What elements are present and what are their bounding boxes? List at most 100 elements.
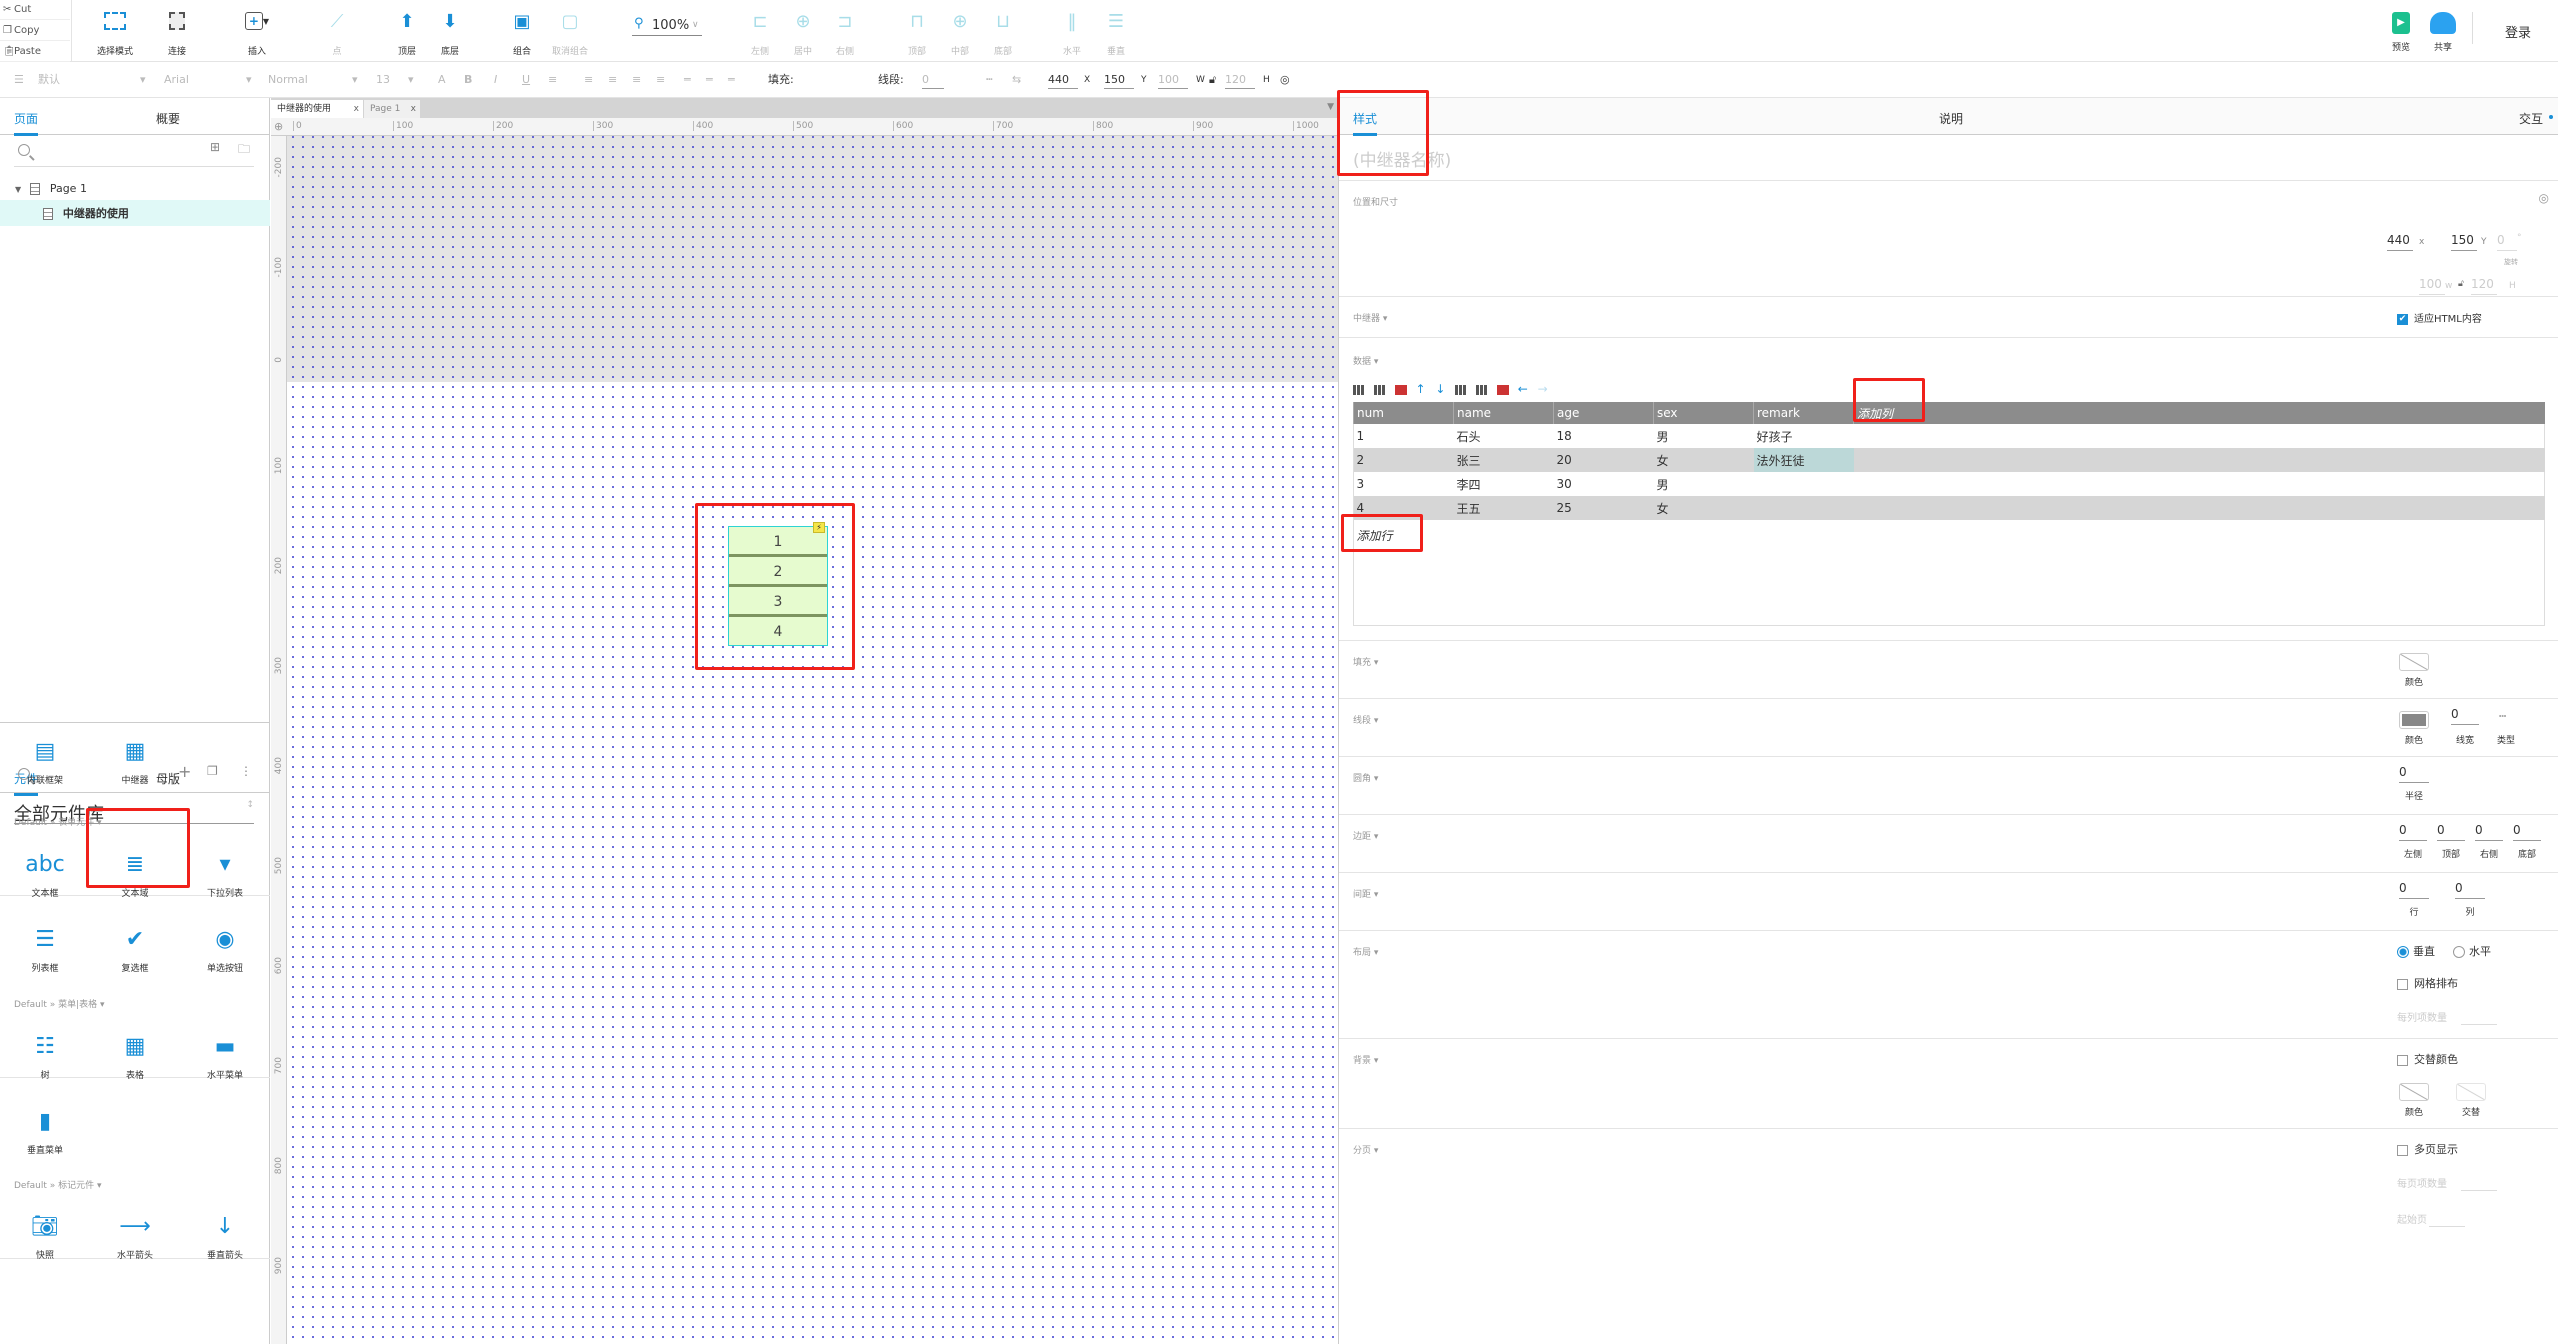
column-header[interactable]: age — [1553, 402, 1654, 424]
insert-row-above-icon[interactable] — [1353, 384, 1365, 395]
doc-tab-active[interactable]: 中继器的使用 x — [271, 100, 363, 118]
cut-button[interactable]: ✂ Cut — [0, 0, 70, 20]
underline-icon[interactable]: U — [522, 62, 530, 98]
align-bottom-button[interactable]: ⊔ 底部 — [976, 8, 1030, 58]
table-cell[interactable]: 3 — [1354, 472, 1454, 496]
table-cell[interactable]: 18 — [1554, 424, 1654, 448]
stroke-type-icon[interactable]: ┅ — [2499, 709, 2506, 723]
tab-pages[interactable]: 页面 — [14, 110, 39, 136]
section-title[interactable]: 布局 ▾ — [1353, 945, 1378, 958]
distribute-vertical-button[interactable]: ☰ 垂直 — [1089, 8, 1143, 58]
width-input[interactable]: 100 — [2419, 277, 2445, 295]
y-input[interactable]: 150 — [1104, 71, 1134, 89]
move-up-icon[interactable]: ↑ — [1415, 382, 1425, 396]
align-center-text-icon[interactable]: ≡ — [608, 62, 617, 98]
send-to-back-button[interactable]: ⬇ 底层 — [423, 8, 477, 58]
font-size-select[interactable]: 13 — [376, 62, 390, 98]
table-cell[interactable] — [1854, 472, 1954, 496]
arrow-style-icon[interactable]: ⇆ — [1012, 62, 1021, 98]
font-select[interactable]: Arial — [164, 62, 254, 98]
search-icon[interactable] — [18, 144, 30, 156]
table-cell[interactable] — [1754, 472, 1854, 496]
column-header[interactable]: num — [1353, 402, 1454, 424]
widget-tree[interactable]: ☷ 树 — [5, 1030, 85, 1082]
copy-button[interactable]: ❐ Copy — [0, 21, 70, 41]
spacing-input[interactable]: 0 — [2455, 881, 2485, 899]
grid-layout-checkbox[interactable]: 网格排布 — [2397, 975, 2458, 991]
widget-group-title[interactable]: Default » 标记元件 ▾ — [14, 1178, 102, 1191]
table-cell[interactable]: 石头 — [1454, 424, 1554, 448]
preview-button[interactable]: ▶ 预览 — [2384, 12, 2418, 53]
widget-horizontal-menu[interactable]: ▬ 水平菜单 — [185, 1030, 265, 1082]
library-stack-icon[interactable]: ❐ — [207, 764, 218, 778]
radius-input[interactable]: 0 — [2399, 765, 2429, 783]
h-input[interactable]: 120 — [1225, 71, 1255, 89]
rotation-input[interactable]: 0 — [2497, 233, 2517, 251]
table-cell[interactable]: 30 — [1554, 472, 1654, 496]
widget-snapshot[interactable]: 📷︎ 快照 — [5, 1210, 85, 1262]
section-title[interactable]: 填充 ▾ — [1353, 655, 1378, 668]
visibility-icon[interactable]: ◎ — [1280, 62, 1290, 98]
font-color-icon[interactable]: A — [438, 62, 446, 98]
valign-bottom-icon[interactable]: ═ — [728, 62, 735, 98]
fill-color-swatch[interactable] — [2399, 653, 2429, 671]
justify-text-icon[interactable]: ≡ — [656, 62, 665, 98]
lock-icon[interactable]: 🔓︎ — [1209, 62, 1216, 98]
background-color-swatch[interactable] — [2399, 1083, 2429, 1101]
select-mode-button[interactable]: 选择模式 — [88, 8, 142, 57]
lock-icon[interactable]: 🔓︎ — [2458, 279, 2464, 289]
login-button[interactable]: 登录 — [2505, 22, 2531, 41]
move-down-icon[interactable]: ↓ — [1435, 382, 1445, 396]
insert-column-left-icon[interactable] — [1455, 384, 1468, 395]
page-tree-item-selected[interactable]: 中继器的使用 — [0, 200, 270, 226]
style-select[interactable]: 默认 — [38, 62, 148, 98]
close-tab-icon[interactable]: x — [354, 100, 359, 118]
page-tree-item[interactable]: ▼ Page 1 — [0, 176, 270, 200]
widget-table[interactable]: ▦ 表格 — [95, 1030, 175, 1082]
valign-middle-icon[interactable]: ═ — [706, 62, 713, 98]
spacing-input[interactable]: 0 — [2399, 881, 2429, 899]
more-menu-icon[interactable]: ⋮ — [240, 764, 252, 778]
paste-button[interactable]: 📋︎ Paste — [0, 42, 70, 62]
tab-outline[interactable]: 概要 — [156, 110, 180, 127]
align-left-text-icon[interactable]: ≡ — [584, 62, 593, 98]
visibility-icon[interactable]: ◎ — [2539, 191, 2549, 205]
widget-radio-button[interactable]: ◉ 单选按钮 — [185, 923, 265, 975]
table-cell[interactable]: 1 — [1354, 424, 1454, 448]
connect-button[interactable]: 连接 — [150, 8, 204, 57]
section-title[interactable]: 圆角 ▾ — [1353, 771, 1378, 784]
widget-group-title[interactable]: Default » 菜单|表格 ▾ — [14, 997, 105, 1010]
widget-horizontal-arrow[interactable]: ⟶ 水平箭头 — [95, 1210, 175, 1262]
alternate-color-swatch[interactable] — [2456, 1083, 2486, 1101]
column-header[interactable]: remark — [1753, 402, 1854, 424]
layout-vertical-radio[interactable]: 垂直 — [2397, 943, 2435, 959]
section-title[interactable]: 间距 ▾ — [1353, 887, 1378, 900]
layout-horizontal-radio[interactable]: 水平 — [2453, 943, 2491, 959]
section-title[interactable]: 背景 ▾ — [1353, 1053, 1378, 1066]
list-icon[interactable]: ≡ — [548, 62, 557, 98]
valign-top-icon[interactable]: ═ — [684, 62, 691, 98]
items-per-page-input[interactable] — [2461, 1173, 2497, 1191]
bold-icon[interactable]: B — [464, 62, 472, 98]
move-left-icon[interactable]: ← — [1518, 382, 1528, 396]
table-cell[interactable]: 2 — [1353, 448, 1454, 472]
add-page-icon[interactable]: ⊞ — [210, 140, 220, 154]
align-right-text-icon[interactable]: ≡ — [632, 62, 641, 98]
column-header[interactable]: name — [1453, 402, 1554, 424]
padding-input[interactable]: 0 — [2475, 823, 2503, 841]
add-folder-icon[interactable]: 🗀︎ — [238, 140, 250, 161]
widget-repeater[interactable]: ▦ 中继器 — [95, 735, 175, 787]
table-cell[interactable] — [1853, 448, 1954, 472]
table-cell[interactable]: 20 — [1553, 448, 1654, 472]
items-per-column-input[interactable] — [2461, 1007, 2497, 1025]
table-cell[interactable]: 25 — [1553, 496, 1654, 520]
ungroup-button[interactable]: ▢ 取消组合 — [543, 8, 597, 58]
tab-interactions[interactable]: 交互 — [2519, 110, 2543, 127]
table-cell[interactable] — [1853, 496, 1954, 520]
stroke-width-input[interactable]: 0 — [922, 71, 944, 89]
start-page-input[interactable] — [2429, 1209, 2465, 1227]
align-right-button[interactable]: ⊐ 右侧 — [818, 8, 872, 58]
widget-vertical-arrow[interactable]: ↓ 垂直箭头 — [185, 1210, 265, 1262]
delete-column-icon[interactable] — [1496, 384, 1509, 395]
widget-list-box[interactable]: ☰ 列表框 — [5, 923, 85, 975]
